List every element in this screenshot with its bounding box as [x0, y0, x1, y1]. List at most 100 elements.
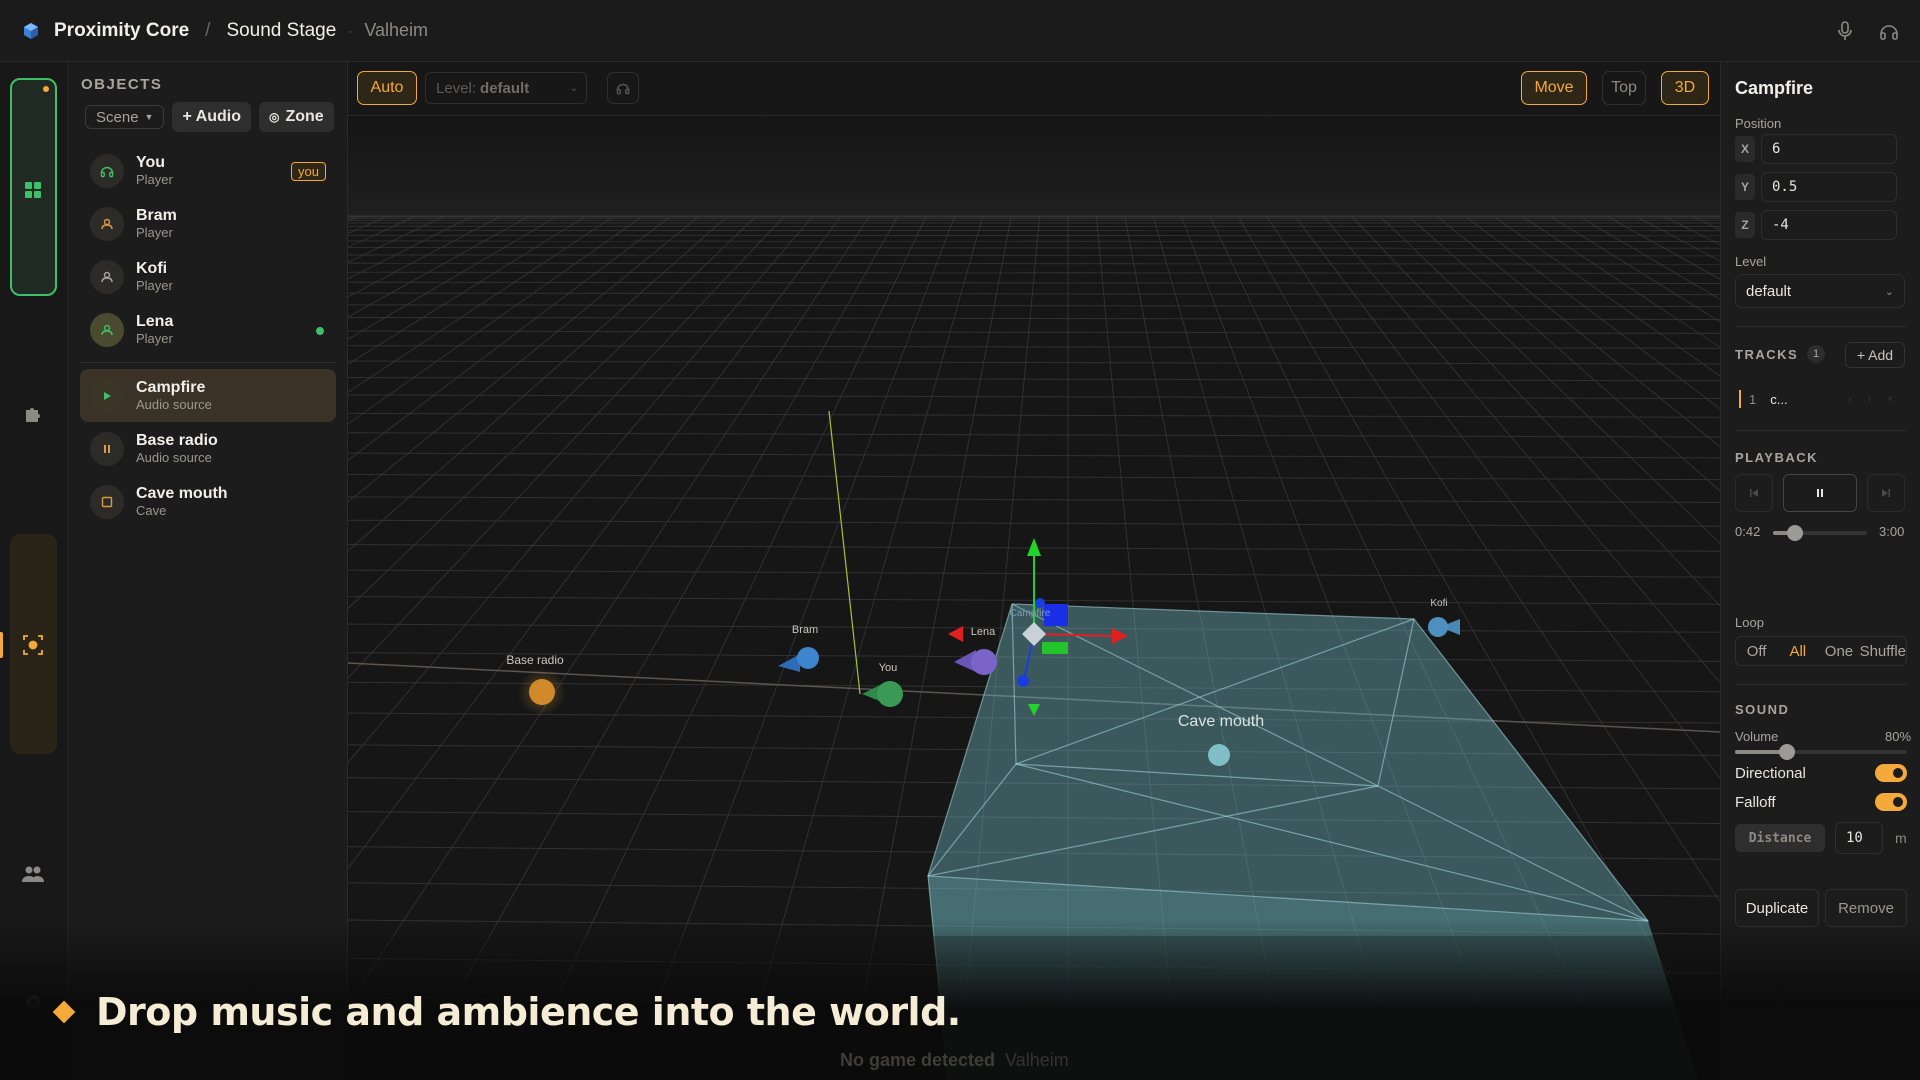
bram-marker[interactable] — [797, 647, 819, 669]
directional-toggle[interactable] — [1875, 764, 1907, 782]
playback-total-time: 3:00 — [1879, 524, 1905, 539]
level-dropdown[interactable]: default ⌄ — [1735, 274, 1905, 308]
volume-slider[interactable] — [1735, 744, 1907, 760]
scene-3d-canvas[interactable]: Cave mouth Base radio Bram You Lena Kofi — [348, 116, 1720, 1080]
item-type: Cave — [136, 503, 167, 518]
headphones-icon — [616, 83, 630, 95]
list-item-player-kofi[interactable]: Kofi Player — [80, 250, 336, 303]
move-tool-button[interactable]: Move — [1521, 71, 1587, 105]
grid-icon[interactable] — [21, 178, 45, 202]
chevron-down-icon: ▼ — [144, 112, 154, 122]
user-icon — [90, 259, 124, 294]
distance-unit: m — [1895, 830, 1907, 846]
tracks-count-badge: 1 — [1807, 345, 1825, 363]
loop-option-shuffle[interactable]: Shuffle — [1860, 637, 1906, 665]
breadcrumb-dot: · — [348, 23, 353, 38]
volume-value: 80% — [1885, 729, 1912, 744]
base-radio-marker[interactable] — [529, 679, 555, 705]
list-item-zone-cave-mouth[interactable]: Cave mouth Cave — [80, 475, 336, 528]
directional-row: Directional — [1735, 764, 1907, 782]
viewport-toolbar: Auto Level: default ⌄ Move Top 3D — [348, 62, 1720, 116]
progress-knob[interactable] — [1786, 525, 1803, 541]
listen-headphones-button[interactable] — [607, 72, 639, 104]
skip-back-icon — [1750, 489, 1758, 497]
pause-icon — [90, 431, 124, 466]
y-axis-tag: Y — [1735, 174, 1755, 200]
item-type: Audio source — [136, 397, 212, 412]
loop-option-off[interactable]: Off — [1736, 637, 1777, 665]
breadcrumb-section[interactable]: Sound Stage — [226, 20, 336, 42]
notification-dot — [43, 86, 49, 92]
lena-marker[interactable] — [971, 649, 997, 675]
section-divider — [1735, 684, 1907, 685]
list-item-player-you[interactable]: You Player you — [80, 144, 336, 197]
add-audio-button[interactable]: + Audio — [172, 102, 251, 132]
auto-button[interactable]: Auto — [357, 71, 417, 105]
properties-panel: Campfire Position X 6 Y 0.5 Z -4 Level d… — [1720, 62, 1920, 1080]
base-radio-label: Base radio — [506, 653, 564, 667]
list-item-source-campfire[interactable]: Campfire Audio source — [80, 369, 336, 422]
level-label: Level — [1735, 254, 1767, 269]
track-name: c... — [1770, 391, 1788, 407]
list-item-player-lena[interactable]: Lena Player — [80, 303, 336, 356]
x-axis-tag: X — [1735, 136, 1755, 162]
item-type: Player — [136, 225, 173, 240]
track-row[interactable]: 1 c... ‹›× — [1739, 384, 1909, 414]
item-name: Kofi — [136, 260, 168, 277]
kofi-marker[interactable] — [1428, 617, 1448, 637]
you-label: You — [879, 662, 898, 674]
user-icon — [90, 206, 124, 241]
scene-filter-dropdown[interactable]: Scene ▼ — [85, 105, 165, 129]
item-name: Campfire — [136, 379, 206, 396]
add-zone-button[interactable]: ◎ Zone — [258, 102, 334, 132]
position-y-input[interactable]: 0.5 — [1761, 172, 1897, 202]
square-icon — [90, 484, 124, 519]
volume-knob[interactable] — [1778, 744, 1795, 760]
scene-viewport[interactable]: Auto Level: default ⌄ Move Top 3D Cave m… — [348, 62, 1720, 1080]
play-pause-button[interactable] — [1783, 474, 1857, 512]
falloff-toggle[interactable] — [1875, 793, 1907, 811]
cave-mouth-label: Cave mouth — [1178, 713, 1264, 730]
directional-label: Directional — [1735, 764, 1806, 782]
level-select[interactable]: Level: default ⌄ — [425, 72, 587, 104]
remove-button[interactable]: Remove — [1825, 889, 1907, 927]
level-dropdown-value: default — [1746, 282, 1792, 300]
position-x-input[interactable]: 6 — [1761, 134, 1897, 164]
headphones-icon[interactable] — [1878, 20, 1900, 42]
status-text: No game detected — [840, 1050, 996, 1070]
microphone-icon[interactable] — [1834, 20, 1856, 42]
lena-label: Lena — [971, 626, 996, 638]
item-name: Lena — [136, 313, 174, 330]
falloff-row: Falloff — [1735, 793, 1907, 811]
position-z-input[interactable]: -4 — [1761, 210, 1897, 240]
list-item-source-base-radio[interactable]: Base radio Audio source — [80, 422, 336, 475]
puzzle-icon[interactable] — [21, 402, 45, 426]
playback-progress-slider[interactable] — [1773, 525, 1867, 541]
add-track-button[interactable]: + Add — [1845, 342, 1905, 368]
previous-track-button[interactable] — [1735, 474, 1773, 512]
loop-option-one[interactable]: One — [1818, 637, 1859, 665]
item-type: Player — [136, 278, 173, 293]
breadcrumb-game[interactable]: Valheim — [364, 20, 428, 41]
settings-gear-icon[interactable] — [21, 990, 45, 1014]
next-track-button[interactable] — [1867, 474, 1905, 512]
falloff-label: Falloff — [1735, 793, 1776, 811]
top-view-button[interactable]: Top — [1602, 71, 1646, 105]
cave-mouth-marker[interactable] — [1208, 744, 1230, 766]
duplicate-button[interactable]: Duplicate — [1735, 889, 1819, 927]
you-badge: you — [291, 162, 326, 181]
3d-view-button[interactable]: 3D — [1661, 71, 1709, 105]
item-name: Bram — [136, 207, 177, 224]
objects-title: OBJECTS — [81, 76, 163, 93]
loop-option-all[interactable]: All — [1777, 637, 1818, 665]
loop-mode-selector[interactable]: Off All One Shuffle — [1735, 636, 1907, 666]
sound-stage-icon[interactable] — [21, 633, 45, 657]
item-type: Player — [136, 172, 173, 187]
users-icon[interactable] — [21, 862, 45, 886]
you-marker[interactable] — [877, 681, 903, 707]
track-controls: ‹›× — [1848, 393, 1909, 405]
list-item-player-bram[interactable]: Bram Player — [80, 197, 336, 250]
user-icon — [90, 312, 124, 347]
app-name[interactable]: Proximity Core — [54, 20, 189, 42]
distance-input[interactable]: 10 — [1835, 822, 1883, 854]
